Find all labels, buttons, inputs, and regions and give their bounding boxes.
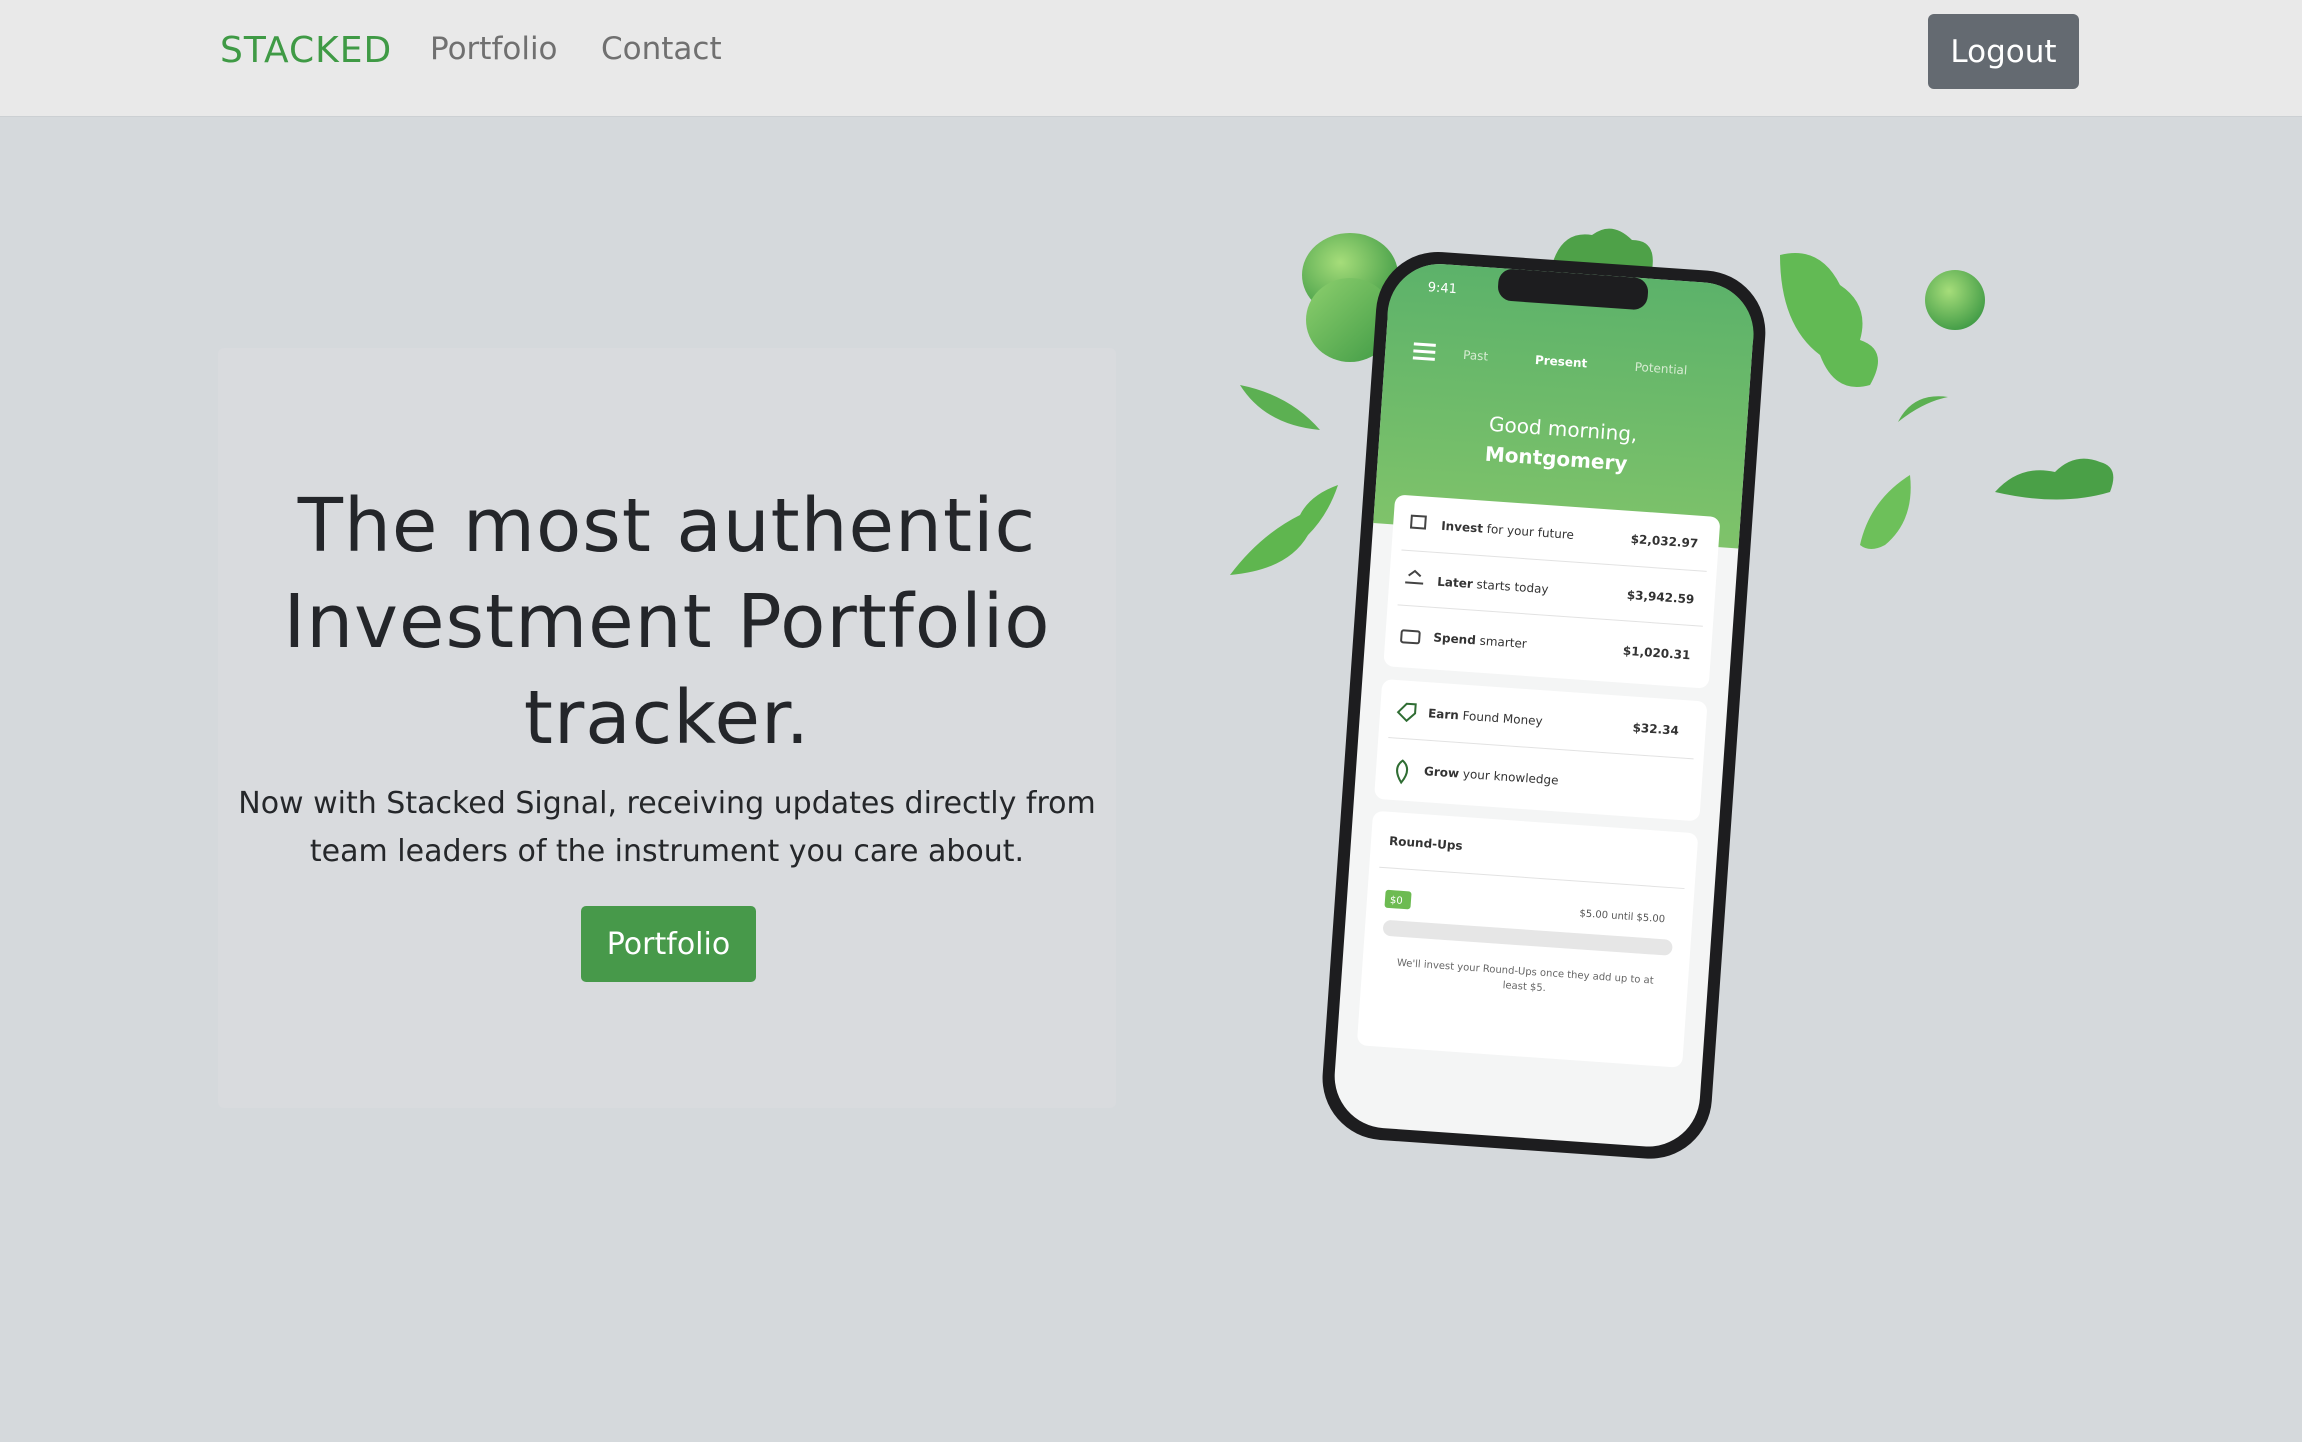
phone-mockup-image: 9:41 Past Present Potential Good morning… xyxy=(1230,228,2114,1159)
row-later-title: Later xyxy=(1437,575,1474,591)
hero-subtitle-line: Now with Stacked Signal, receiving updat… xyxy=(238,786,1096,821)
hero-title-line: tracker. xyxy=(523,675,811,761)
menu-icon xyxy=(1412,342,1436,361)
hero-card: The most authentic Investment Portfolio … xyxy=(218,348,1116,1108)
hero-title: The most authentic Investment Portfolio … xyxy=(218,478,1116,766)
portfolio-cta-button[interactable]: Portfolio xyxy=(581,906,756,982)
logout-button[interactable]: Logout xyxy=(1928,14,2079,89)
phone-tab-past: Past xyxy=(1463,348,1489,364)
hero-subtitle: Now with Stacked Signal, receiving updat… xyxy=(238,780,1096,876)
hero-title-line: Investment Portfolio xyxy=(283,579,1051,665)
phone-illustration: 9:41 Past Present Potential Good morning… xyxy=(1200,200,2150,1180)
hero-title-line: The most authentic xyxy=(297,483,1037,569)
phone-time: 9:41 xyxy=(1427,280,1457,297)
hero-subtitle-line: team leaders of the instrument you care … xyxy=(309,834,1025,869)
phone-device: 9:41 Past Present Potential Good morning… xyxy=(1322,251,1766,1159)
nav-link-contact[interactable]: Contact xyxy=(601,31,722,67)
roundups-badge: $0 xyxy=(1390,895,1403,907)
row-earn-title: Earn xyxy=(1428,706,1460,722)
brand-logo[interactable]: STACKED xyxy=(220,30,392,71)
row-invest-title: Invest xyxy=(1441,519,1484,536)
nav-link-portfolio[interactable]: Portfolio xyxy=(430,31,558,67)
row-grow-title: Grow xyxy=(1424,764,1460,780)
row-spend-title: Spend xyxy=(1433,630,1476,647)
top-navbar: STACKED Portfolio Contact Logout xyxy=(0,0,2302,116)
